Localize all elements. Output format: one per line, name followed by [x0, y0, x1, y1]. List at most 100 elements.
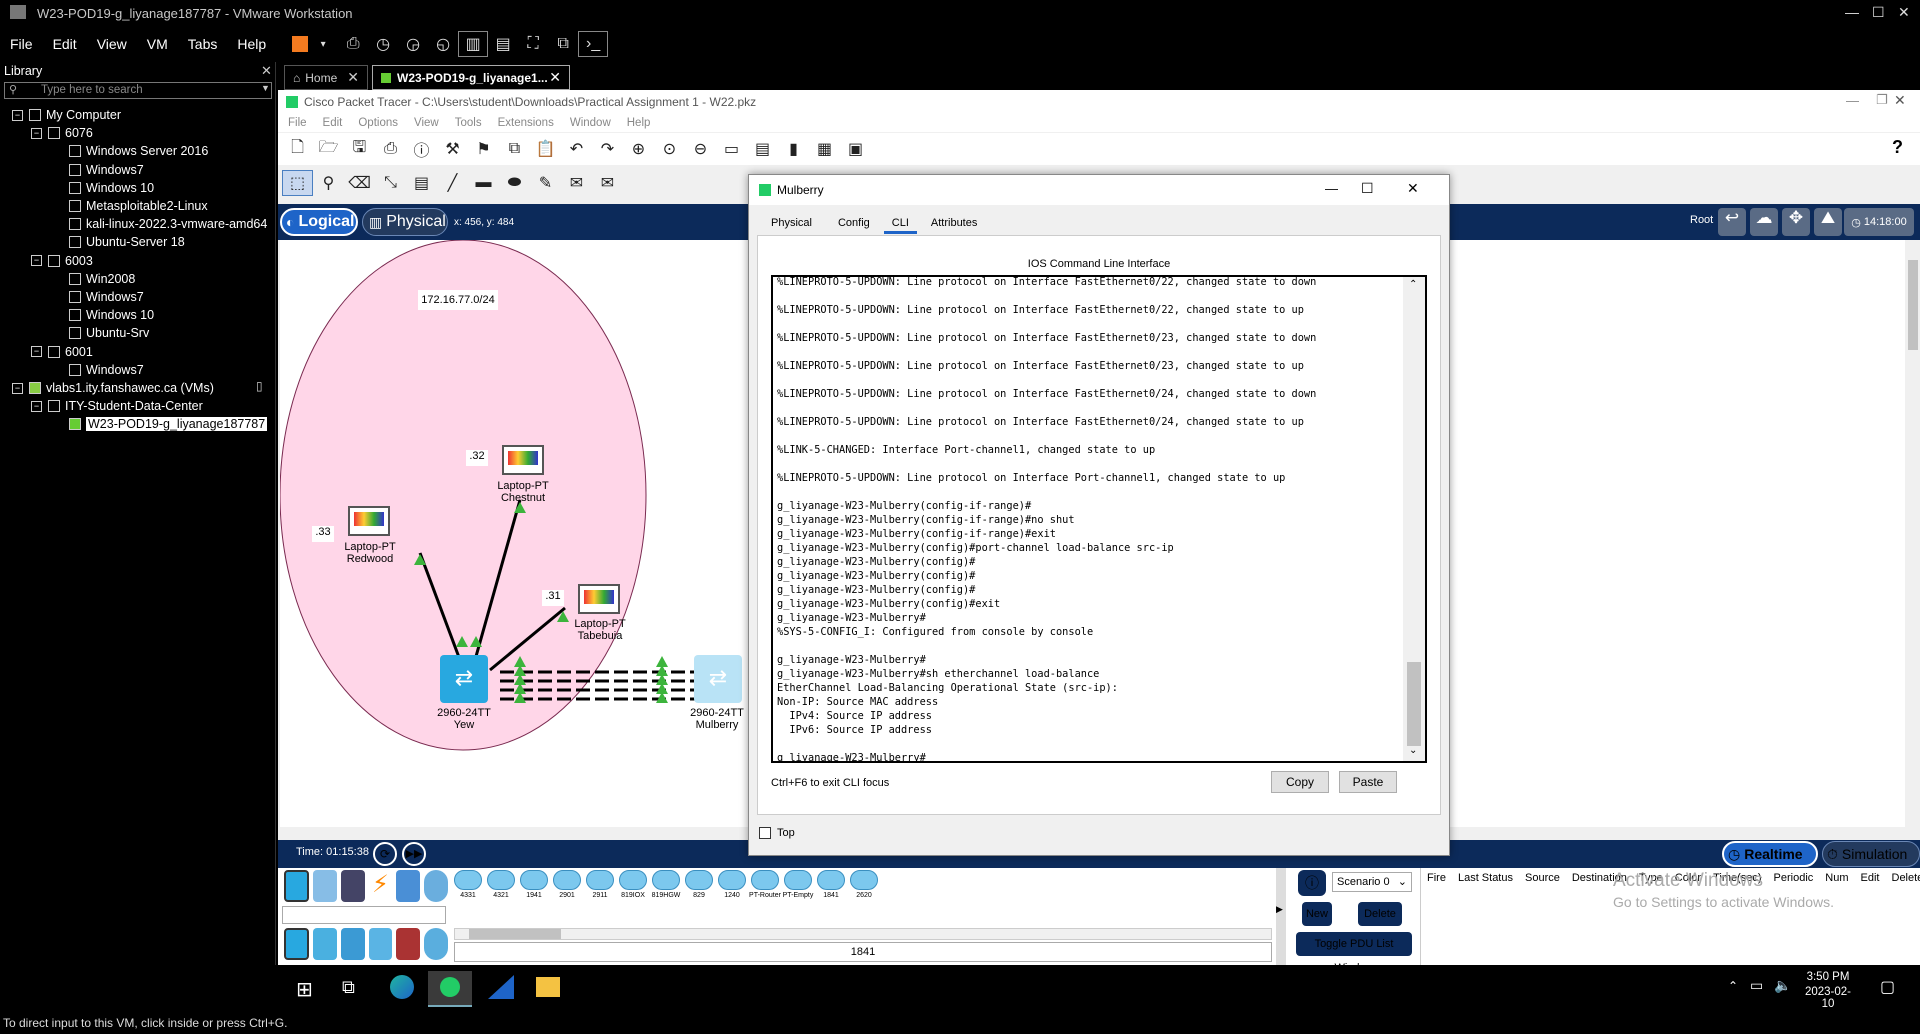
network-wizard-icon[interactable]: ⚒ — [437, 136, 468, 162]
tree-item[interactable]: Windows Server 2016 — [69, 142, 208, 160]
pt-menu-edit[interactable]: Edit — [323, 117, 343, 129]
laptop-icon[interactable] — [502, 445, 544, 475]
scrollbar-thumb[interactable] — [1407, 662, 1421, 746]
paste-button[interactable]: Paste — [1339, 771, 1397, 793]
dialog-minimize-icon[interactable]: — — [1325, 181, 1338, 196]
device-model-item[interactable]: 819HGW — [650, 868, 682, 904]
paste-icon[interactable]: 📋 — [530, 136, 561, 162]
device-model-item[interactable]: 1841 — [815, 868, 847, 904]
activity-wizard-icon[interactable]: ⚑ — [468, 136, 499, 162]
image-icon[interactable]: ▣ — [840, 136, 871, 162]
back-icon[interactable]: ↩ — [1718, 208, 1746, 236]
custom-device-icon[interactable]: ▤ — [747, 136, 778, 162]
connect-server-icon[interactable]: ▯ — [256, 379, 263, 393]
fullscreen-icon[interactable]: ⛶ — [518, 31, 548, 57]
simulation-button[interactable]: ⏱ Simulation — [1822, 841, 1920, 867]
minimize-icon[interactable]: — — [1845, 4, 1859, 20]
unity-icon[interactable]: ⧉ — [548, 31, 578, 57]
tree-item[interactable]: Ubuntu-Srv — [69, 324, 149, 342]
scroll-up-icon[interactable]: ⌃ — [1409, 279, 1417, 290]
collapse-icon[interactable]: − — [31, 346, 42, 358]
tab-close-icon[interactable]: ✕ — [347, 69, 359, 86]
edge-browser-icon[interactable] — [390, 975, 414, 999]
device-model-item[interactable]: 4321 — [485, 868, 517, 904]
power-cycle-icon[interactable]: ⟳ — [373, 842, 397, 866]
device-model-item[interactable]: 2911 — [584, 868, 616, 904]
tree-item[interactable]: Win2008 — [69, 270, 135, 288]
taskbar-clock[interactable]: 3:50 PM 2023-02-10 — [1800, 971, 1856, 1010]
delete-icon[interactable]: ⌫ — [344, 170, 375, 196]
help-icon[interactable]: ? — [1892, 137, 1903, 158]
copy-button[interactable]: Copy — [1271, 771, 1329, 793]
scrollbar-thumb[interactable] — [1908, 260, 1918, 350]
device-model-item[interactable]: 2901 — [551, 868, 583, 904]
tree-item[interactable]: − ITY-Student-Data-Center — [31, 397, 203, 415]
pt-menu-tools[interactable]: Tools — [455, 117, 482, 129]
cli-terminal[interactable]: %LINEPROTO-5-UPDOWN: Line protocol on In… — [771, 275, 1427, 763]
pt-close-icon[interactable]: ✕ — [1894, 92, 1906, 109]
zoom-out-icon[interactable]: ⊖ — [685, 136, 716, 162]
select-icon[interactable]: ⬚ — [282, 170, 313, 196]
move-icon[interactable]: ✥ — [1782, 208, 1810, 236]
tree-item[interactable]: − 6003 — [31, 252, 93, 270]
add-simple-pdu-icon[interactable]: ✉ — [561, 170, 592, 196]
wireless-devices-icon[interactable] — [368, 928, 393, 960]
pt-menu-window[interactable]: Window — [570, 117, 611, 129]
pt-minimize-icon[interactable]: — — [1846, 93, 1859, 108]
collapse-icon[interactable]: − — [31, 400, 42, 412]
switch-icon[interactable]: ⇄ — [440, 655, 488, 703]
scroll-down-icon[interactable]: ⌄ — [1409, 745, 1417, 756]
tray-chevron-icon[interactable]: ⌃ — [1728, 979, 1738, 993]
realtime-button[interactable]: ◷ Realtime — [1722, 841, 1818, 867]
pt-menu-file[interactable]: File — [288, 117, 307, 129]
tree-item[interactable]: Ubuntu-Server 18 — [69, 233, 185, 251]
dialog-maximize-icon[interactable]: ☐ — [1361, 180, 1374, 197]
device-model-item[interactable]: 2620 — [848, 868, 880, 904]
volume-icon[interactable]: 🔈 — [1774, 977, 1791, 994]
drawing-palette-icon[interactable]: ▭ — [716, 136, 747, 162]
resize-icon[interactable]: ⤡ — [375, 170, 406, 196]
new-file-icon[interactable]: 🗋 — [282, 136, 313, 162]
notes-icon[interactable]: ▮ — [778, 136, 809, 162]
device-model-item[interactable]: 829 — [683, 868, 715, 904]
task-view-icon[interactable]: ⧉ — [342, 977, 355, 998]
tab-close-icon[interactable]: ✕ — [549, 69, 561, 86]
device-model-item[interactable]: 1240 — [716, 868, 748, 904]
dialog-close-icon[interactable]: ✕ — [1407, 180, 1419, 197]
components-icon[interactable] — [340, 870, 365, 902]
undo-icon[interactable]: ↶ — [561, 136, 592, 162]
end-devices-icon[interactable] — [312, 870, 337, 902]
switches-icon[interactable] — [312, 928, 337, 960]
thumbnail-icon[interactable]: ▤ — [488, 31, 518, 57]
device-model-item[interactable]: 819IOX — [617, 868, 649, 904]
device-model-item[interactable]: PT-Empty — [782, 868, 814, 904]
tree-item[interactable]: Metasploitable2-Linux — [69, 197, 208, 215]
tree-item[interactable]: kali-linux-2022.3-vmware-amd64 — [69, 215, 267, 233]
laptop-icon[interactable] — [348, 506, 390, 536]
save-icon[interactable]: 🖫 — [344, 136, 375, 162]
network-devices-icon[interactable] — [284, 870, 309, 902]
zoom-in-icon[interactable]: ⊕ — [623, 136, 654, 162]
pt-menu-help[interactable]: Help — [627, 117, 651, 129]
add-complex-pdu-icon[interactable]: ✉ — [592, 170, 623, 196]
tree-item[interactable]: Windows7 — [69, 288, 144, 306]
start-icon[interactable]: ⊞ — [296, 977, 313, 1002]
background-image-icon[interactable]: ⛰ — [1814, 208, 1842, 236]
redo-icon[interactable]: ↷ — [592, 136, 623, 162]
connections-icon[interactable]: ⚡ — [368, 870, 393, 902]
open-folder-icon[interactable]: 🗁 — [313, 136, 344, 162]
tab-vm[interactable]: W23-POD19-g_liyanage1... ✕ — [372, 65, 570, 90]
maximize-icon[interactable]: ☐ — [1872, 4, 1885, 21]
misc-icon[interactable] — [396, 870, 421, 902]
viewport-icon[interactable]: ▦ — [809, 136, 840, 162]
menu-tabs[interactable]: Tabs — [178, 36, 228, 52]
wireshark-icon[interactable] — [488, 975, 514, 999]
draw-line-icon[interactable]: ╱ — [437, 170, 468, 196]
library-search-input[interactable]: ⚲ Type here to search ▼ — [4, 82, 272, 99]
collapse-icon[interactable]: − — [31, 127, 42, 139]
collapse-icon[interactable]: − — [12, 109, 23, 121]
revert-snapshot-icon[interactable]: ◶ — [398, 31, 428, 57]
delete-scenario-button[interactable]: Delete — [1358, 902, 1402, 926]
power-icon[interactable] — [292, 36, 309, 52]
tree-item[interactable]: − 6001 — [31, 343, 93, 361]
